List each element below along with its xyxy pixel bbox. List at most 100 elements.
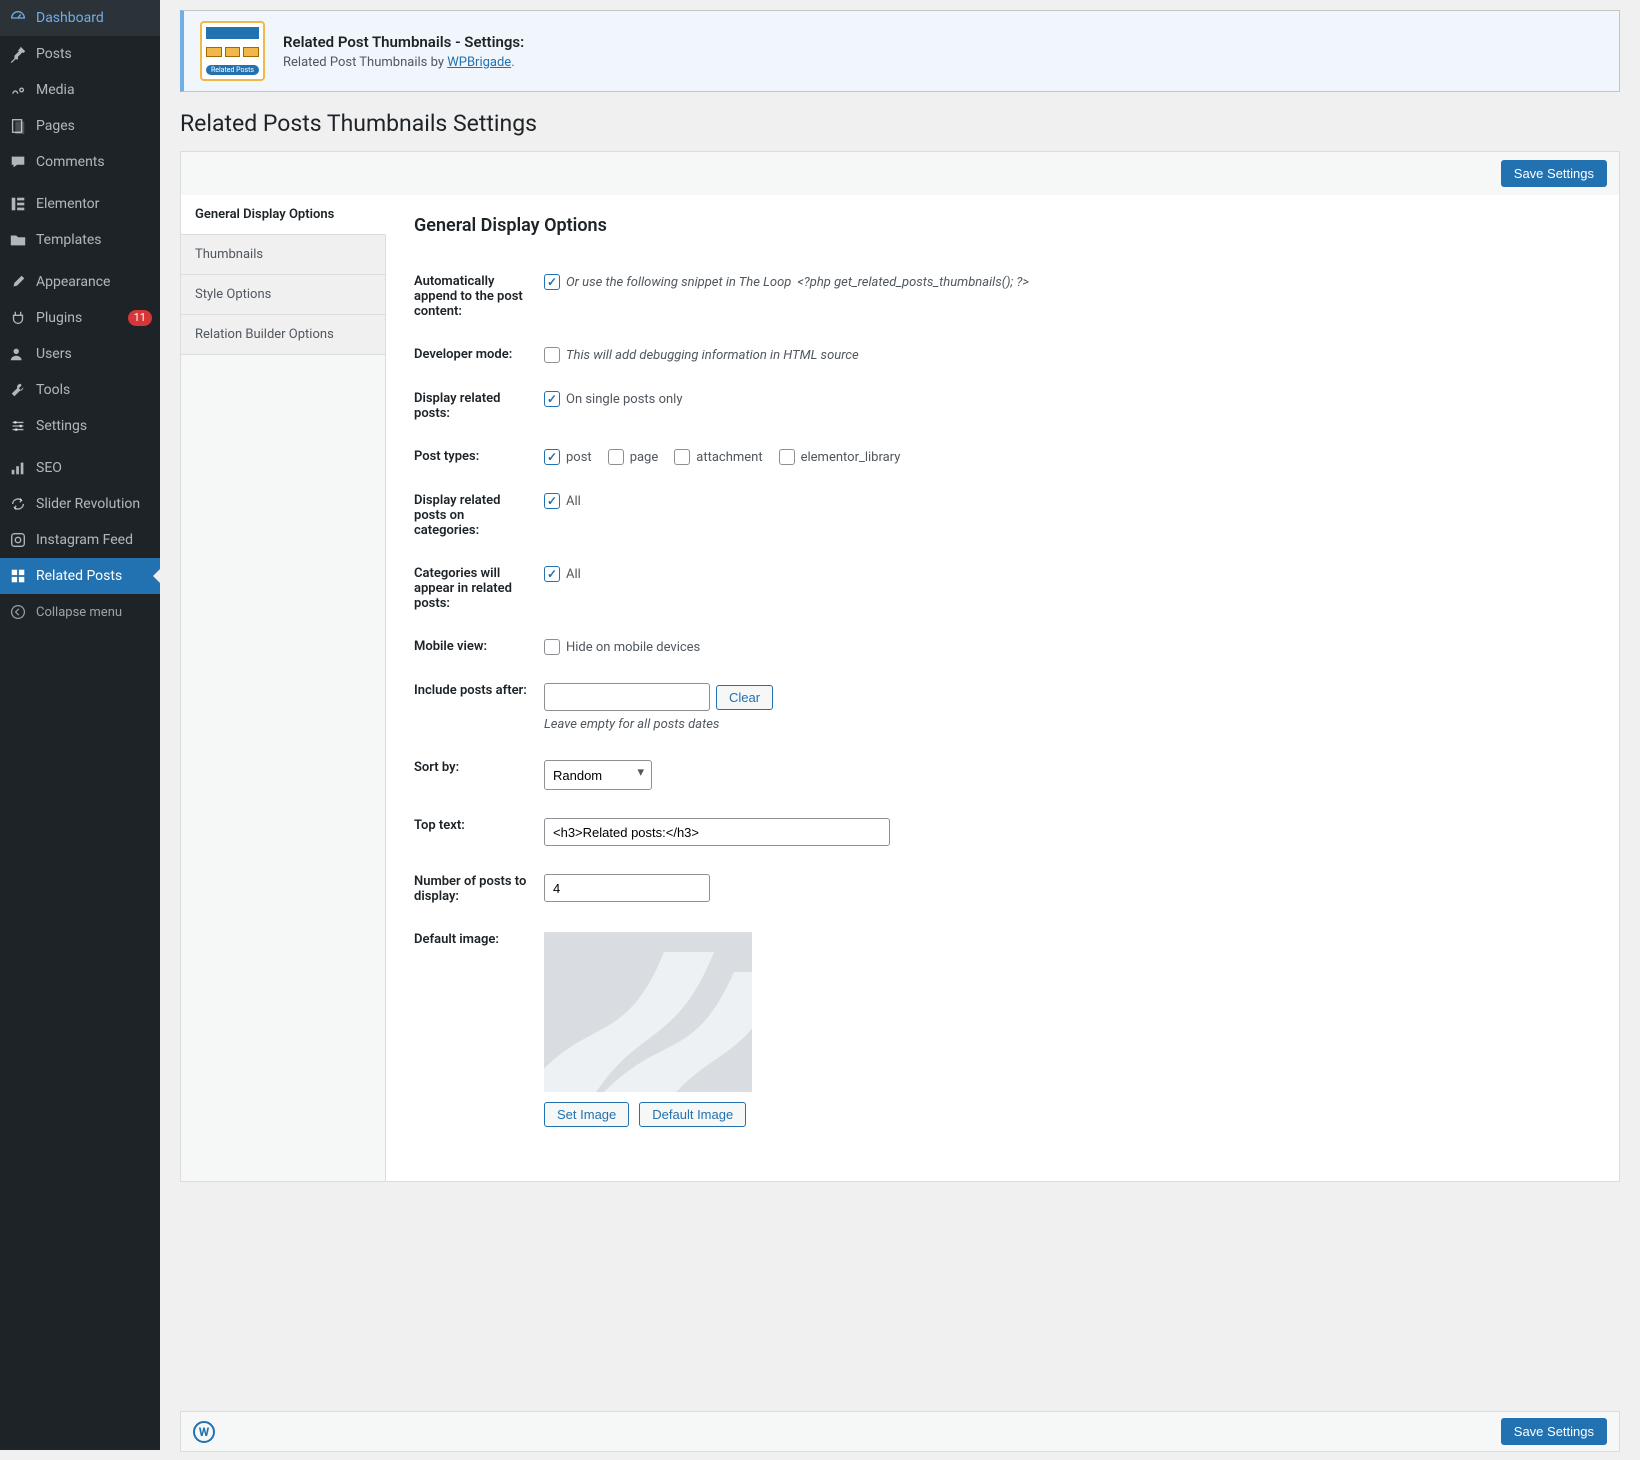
plugin-banner: Related Posts Related Post Thumbnails - … — [180, 10, 1620, 92]
post-type-label: post — [566, 450, 592, 465]
banner-link[interactable]: WPBrigade — [447, 55, 511, 70]
sidebar-item-pages[interactable]: Pages — [0, 108, 160, 144]
settings-panel: General Display Options Automatically ap… — [386, 195, 1619, 1181]
sidebar-item-settings[interactable]: Settings — [0, 408, 160, 444]
save-settings-top-button[interactable]: Save Settings — [1501, 160, 1607, 187]
banner-title: Related Post Thumbnails - Settings: — [283, 33, 524, 51]
tab-thumbnails[interactable]: Thumbnails — [181, 235, 385, 275]
folder-icon — [8, 230, 28, 250]
sidebar-item-slider-revolution[interactable]: Slider Revolution — [0, 486, 160, 522]
checkbox-post-type-post[interactable] — [544, 449, 560, 465]
checkbox-single-posts[interactable] — [544, 391, 560, 407]
top-text-input[interactable] — [544, 818, 890, 846]
tab-style-options[interactable]: Style Options — [181, 275, 385, 315]
checkbox-post-type-attachment[interactable] — [674, 449, 690, 465]
row-label-default-img: Default image: — [414, 918, 544, 1141]
checkbox-developer-mode[interactable] — [544, 347, 560, 363]
collapse-label: Collapse menu — [36, 605, 152, 620]
footer-bar: W Save Settings — [180, 1411, 1620, 1452]
tab-relation-builder-options[interactable]: Relation Builder Options — [181, 315, 385, 355]
comment-icon — [8, 152, 28, 172]
row-label-include-after: Include posts after: — [414, 669, 544, 746]
page-title: Related Posts Thumbnails Settings — [180, 110, 1620, 137]
sidebar-item-dashboard[interactable]: Dashboard — [0, 0, 160, 36]
post-type-label: attachment — [696, 450, 762, 465]
sidebar-item-label: Posts — [36, 46, 152, 62]
checkbox-auto-append[interactable] — [544, 274, 560, 290]
seo-icon — [8, 458, 28, 478]
sidebar-item-label: Pages — [36, 118, 152, 134]
settings-tabs: General Display OptionsThumbnailsStyle O… — [181, 195, 386, 1181]
sidebar-item-elementor[interactable]: Elementor — [0, 186, 160, 222]
sidebar-item-media[interactable]: Media — [0, 72, 160, 108]
checkbox-post-type-elementor_library[interactable] — [779, 449, 795, 465]
loop-icon — [8, 494, 28, 514]
sidebar-item-instagram-feed[interactable]: Instagram Feed — [0, 522, 160, 558]
sidebar-item-label: Settings — [36, 418, 152, 434]
save-settings-bottom-button[interactable]: Save Settings — [1501, 1418, 1607, 1445]
sidebar-item-templates[interactable]: Templates — [0, 222, 160, 258]
collapse-icon — [8, 602, 28, 622]
sidebar-item-tools[interactable]: Tools — [0, 372, 160, 408]
set-image-button[interactable]: Set Image — [544, 1102, 629, 1127]
sidebar-item-users[interactable]: Users — [0, 336, 160, 372]
row-label-cats-appear: Categories will appear in related posts: — [414, 552, 544, 625]
row-label-sort: Sort by: — [414, 746, 544, 804]
sidebar-item-label: Dashboard — [36, 10, 152, 26]
row-label-top-text: Top text: — [414, 804, 544, 860]
media-icon — [8, 80, 28, 100]
sidebar-item-label: Users — [36, 346, 152, 362]
checkbox-cats-appear-all[interactable] — [544, 566, 560, 582]
row-label-post-types: Post types: — [414, 435, 544, 479]
sidebar-item-label: Instagram Feed — [36, 532, 152, 548]
row-label-append: Automatically append to the post content… — [414, 260, 544, 333]
row-label-dev: Developer mode: — [414, 333, 544, 377]
sidebar-item-label: Media — [36, 82, 152, 98]
sidebar-item-plugins[interactable]: Plugins 11 — [0, 300, 160, 336]
el-icon — [8, 194, 28, 214]
sidebar-item-seo[interactable]: SEO — [0, 450, 160, 486]
settings-icon — [8, 416, 28, 436]
sidebar-item-label: Elementor — [36, 196, 152, 212]
sidebar-item-appearance[interactable]: Appearance — [0, 264, 160, 300]
sidebar-item-label: Related Posts — [36, 568, 152, 584]
grid-icon — [8, 566, 28, 586]
collapse-menu[interactable]: Collapse menu — [0, 594, 160, 630]
checkbox-post-type-page[interactable] — [608, 449, 624, 465]
tools-icon — [8, 380, 28, 400]
tab-general-display-options[interactable]: General Display Options — [181, 195, 386, 235]
plugin-banner-icon: Related Posts — [200, 21, 265, 81]
include-posts-after-input[interactable] — [544, 683, 710, 711]
panel-heading: General Display Options — [414, 215, 1591, 236]
row-label-num: Number of posts to display: — [414, 860, 544, 918]
settings-wrap: Save Settings General Display OptionsThu… — [180, 151, 1620, 1182]
post-type-label: elementor_library — [801, 450, 901, 465]
sidebar-item-label: Templates — [36, 232, 152, 248]
plug-icon — [8, 308, 28, 328]
row-label-cats: Display related posts on categories: — [414, 479, 544, 552]
checkbox-hide-mobile[interactable] — [544, 639, 560, 655]
sidebar-item-posts[interactable]: Posts — [0, 36, 160, 72]
sidebar-item-label: Slider Revolution — [36, 496, 152, 512]
sidebar-item-comments[interactable]: Comments — [0, 144, 160, 180]
default-image-preview — [544, 932, 752, 1092]
checkbox-categories-all[interactable] — [544, 493, 560, 509]
row-label-display: Display related posts: — [414, 377, 544, 435]
post-type-label: page — [630, 450, 659, 465]
users-icon — [8, 344, 28, 364]
update-count-badge: 11 — [128, 310, 152, 326]
sort-by-select[interactable]: Random — [544, 760, 652, 790]
brush-icon — [8, 272, 28, 292]
sidebar-item-label: Plugins — [36, 310, 116, 326]
banner-subtitle: Related Post Thumbnails by WPBrigade. — [283, 55, 524, 70]
dash-icon — [8, 8, 28, 28]
num-posts-input[interactable] — [544, 874, 710, 902]
sidebar-item-related-posts[interactable]: Related Posts — [0, 558, 160, 594]
clear-date-button[interactable]: Clear — [716, 685, 773, 710]
sidebar-item-label: SEO — [36, 460, 152, 476]
page-icon — [8, 116, 28, 136]
pin-icon — [8, 44, 28, 64]
admin-sidebar: Dashboard Posts Media Pages Comments Elemento… — [0, 0, 160, 1450]
main-content: Related Posts Related Post Thumbnails - … — [160, 10, 1640, 1460]
default-image-button[interactable]: Default Image — [639, 1102, 746, 1127]
